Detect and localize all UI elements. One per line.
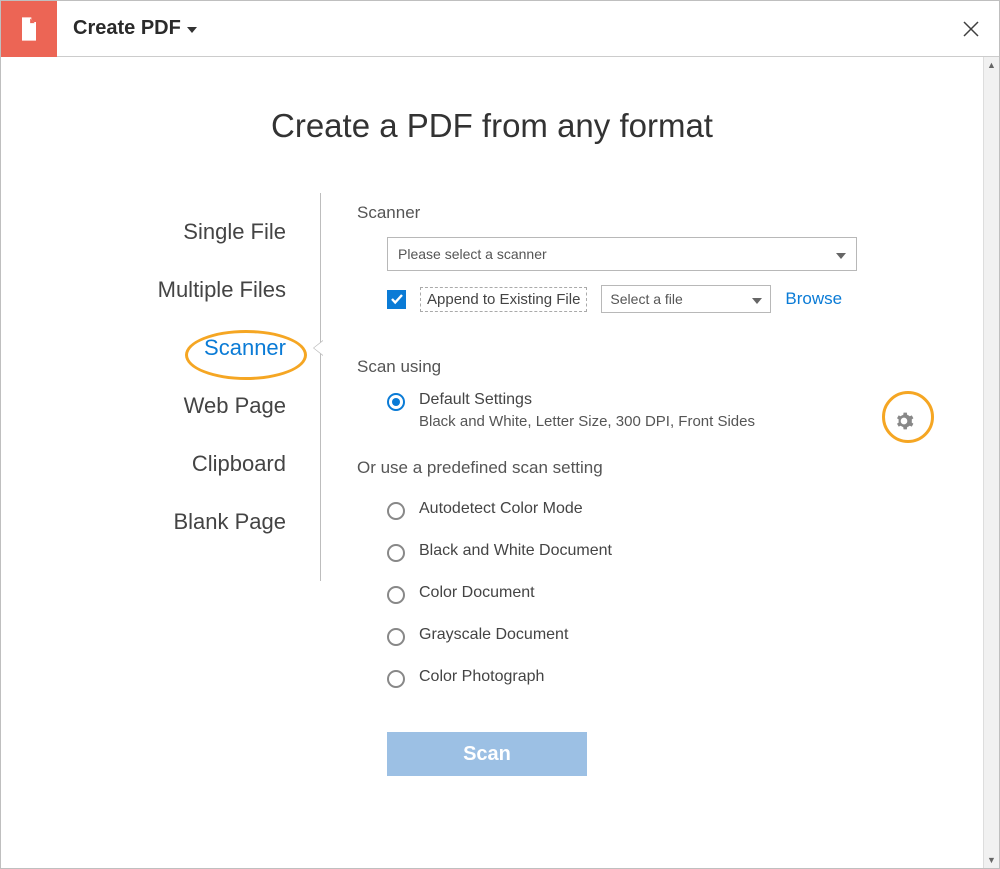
caret-down-icon xyxy=(836,246,846,262)
radio-default-settings[interactable]: Default Settings Black and White, Letter… xyxy=(387,391,943,430)
radio-label: Grayscale Document xyxy=(419,626,568,644)
radio-label: Black and White Document xyxy=(419,542,612,560)
scan-button[interactable]: Scan xyxy=(387,732,587,776)
scroll-down-arrow-icon[interactable]: ▼ xyxy=(984,852,999,868)
main-content: Create a PDF from any format Single File… xyxy=(1,57,983,868)
sidebar-item-multiple-files[interactable]: Multiple Files xyxy=(41,261,320,319)
radio-grayscale-document[interactable]: Grayscale Document xyxy=(387,626,943,646)
radio-bw-document[interactable]: Black and White Document xyxy=(387,542,943,562)
gear-icon xyxy=(894,411,914,431)
default-settings-desc: Black and White, Letter Size, 300 DPI, F… xyxy=(419,413,755,430)
pdf-file-icon xyxy=(15,15,43,43)
settings-gear-button[interactable] xyxy=(881,398,927,444)
sidebar-item-single-file[interactable]: Single File xyxy=(41,203,320,261)
sidebar-item-clipboard[interactable]: Clipboard xyxy=(41,435,320,493)
scanner-select[interactable]: Please select a scanner xyxy=(387,237,857,271)
radio-icon xyxy=(387,544,405,562)
default-settings-label: Default Settings xyxy=(419,391,755,409)
radio-icon xyxy=(387,670,405,688)
caret-down-icon xyxy=(752,291,762,307)
scan-using-label: Scan using xyxy=(357,357,943,377)
sidebar-item-scanner[interactable]: Scanner xyxy=(41,319,320,377)
radio-color-photograph[interactable]: Color Photograph xyxy=(387,668,943,688)
browse-link[interactable]: Browse xyxy=(785,289,842,309)
close-icon xyxy=(962,20,980,38)
scanner-panel: Scanner Please select a scanner Append t… xyxy=(321,193,943,776)
radio-icon xyxy=(387,502,405,520)
window-header: Create PDF xyxy=(1,1,999,57)
check-icon xyxy=(390,292,404,306)
radio-icon xyxy=(387,628,405,646)
file-select[interactable]: Select a file xyxy=(601,285,771,313)
radio-label: Color Document xyxy=(419,584,535,602)
predefined-section-label: Or use a predefined scan setting xyxy=(357,458,943,478)
app-icon xyxy=(1,1,57,57)
scroll-up-arrow-icon[interactable]: ▲ xyxy=(984,57,999,73)
radio-label: Color Photograph xyxy=(419,668,544,686)
caret-down-icon xyxy=(187,20,197,38)
vertical-scrollbar[interactable]: ▲ ▼ xyxy=(983,57,999,868)
append-checkbox-label: Append to Existing File xyxy=(420,287,587,312)
radio-label: Autodetect Color Mode xyxy=(419,500,583,518)
radio-autodetect[interactable]: Autodetect Color Mode xyxy=(387,500,943,520)
close-button[interactable] xyxy=(943,1,999,56)
header-title: Create PDF xyxy=(73,17,181,40)
header-title-dropdown[interactable]: Create PDF xyxy=(57,1,943,56)
radio-color-document[interactable]: Color Document xyxy=(387,584,943,604)
scanner-select-value: Please select a scanner xyxy=(398,246,547,262)
radio-icon xyxy=(387,393,405,411)
file-select-value: Select a file xyxy=(610,291,682,307)
scanner-section-label: Scanner xyxy=(357,203,943,223)
page-title: Create a PDF from any format xyxy=(41,107,943,145)
sidebar-item-web-page[interactable]: Web Page xyxy=(41,377,320,435)
source-sidebar: Single File Multiple Files Scanner Web P… xyxy=(41,193,321,581)
radio-icon xyxy=(387,586,405,604)
sidebar-item-blank-page[interactable]: Blank Page xyxy=(41,493,320,551)
append-checkbox[interactable] xyxy=(387,290,406,309)
